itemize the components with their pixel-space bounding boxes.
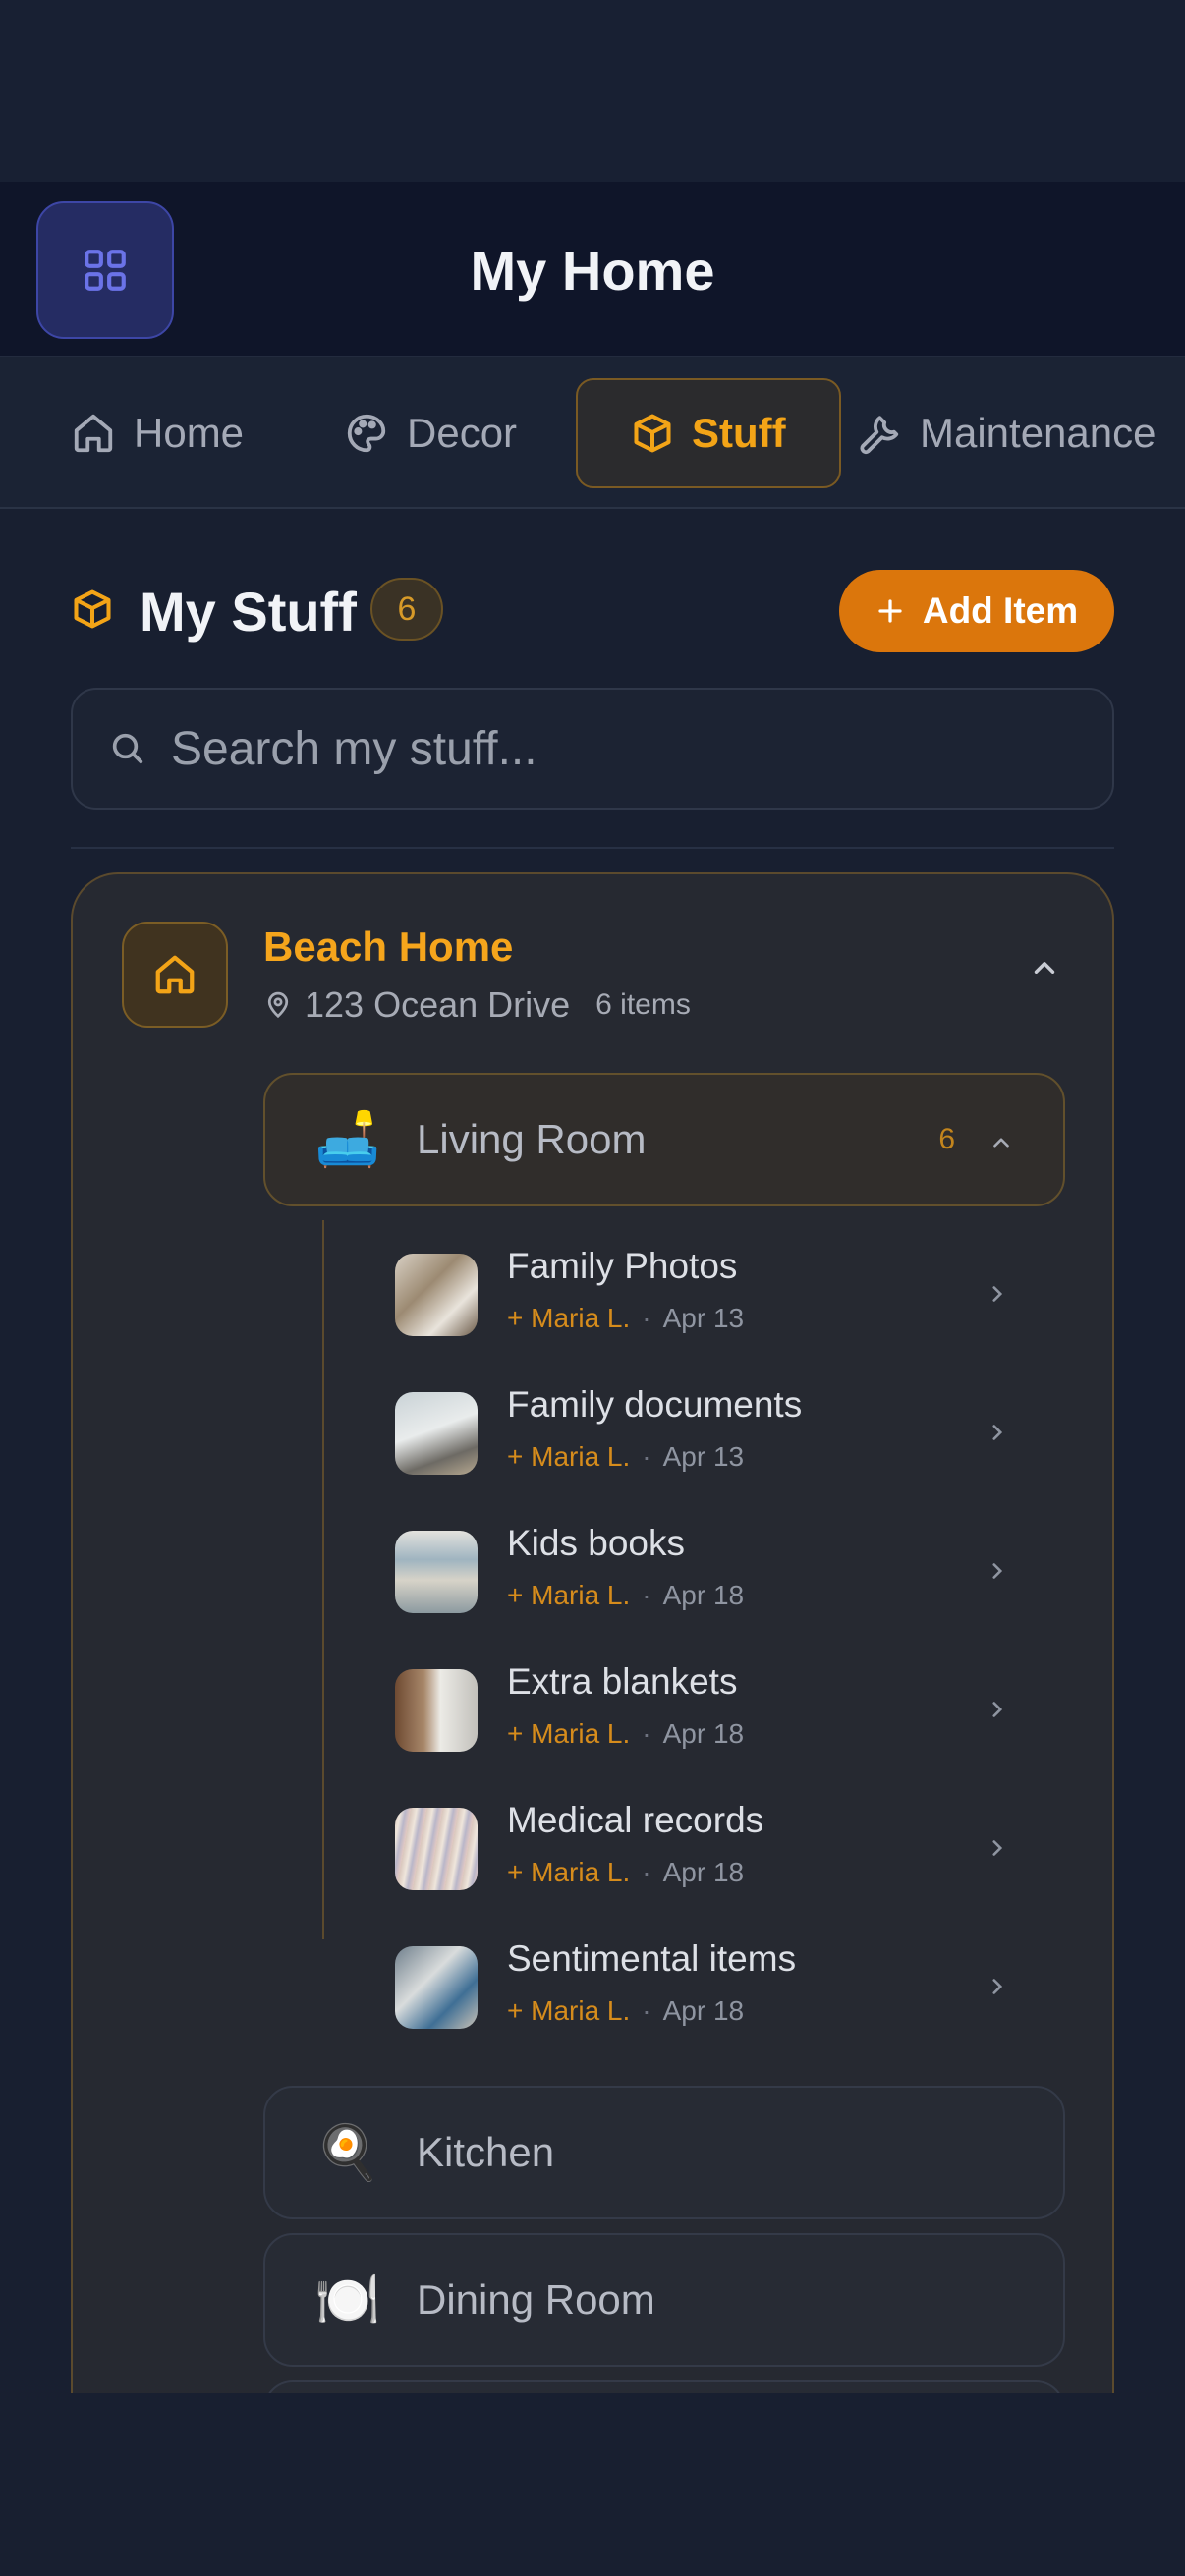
section-title: My Stuff: [140, 581, 357, 643]
tab-home[interactable]: Home: [55, 378, 259, 488]
list-item[interactable]: Kids books + Maria L. · Apr 18: [395, 1519, 1034, 1627]
item-added-by: + Maria L.: [507, 1857, 631, 1887]
item-name: Extra blankets: [507, 1661, 738, 1702]
room-name: Kitchen: [417, 2129, 555, 2175]
bottom-fade: [0, 2393, 1185, 2576]
chevron-right-icon: [992, 1563, 1003, 1579]
separator-dot: ·: [642, 1441, 651, 1472]
item-added-by: + Maria L.: [507, 1303, 631, 1333]
chevron-up-icon: [988, 1130, 1014, 1160]
location-pin-icon: [267, 991, 289, 1019]
home-address: 123 Ocean Drive: [305, 984, 571, 1025]
item-name: Sentimental items: [507, 1938, 797, 1979]
separator-dot: ·: [642, 1303, 651, 1333]
list-item[interactable]: Sentimental items + Maria L. · Apr 18: [395, 1934, 1034, 2043]
separator-dot: ·: [642, 1580, 651, 1610]
home-card: Beach Home 123 Ocean Drive 6 items 🛋️ Li…: [71, 872, 1114, 2576]
item-thumbnail: [395, 1392, 478, 1475]
search-icon: [112, 733, 143, 764]
chevron-right-icon: [992, 1840, 1003, 1856]
item-name: Kids books: [507, 1523, 685, 1563]
list-item[interactable]: Extra blankets + Maria L. · Apr 18: [395, 1657, 1034, 1765]
separator-dot: ·: [642, 1995, 651, 2026]
section-header: My Stuff 6 Add Item: [71, 570, 1114, 654]
tree-connector-line: [322, 1220, 324, 1939]
room-item-count: 6: [938, 1123, 955, 1155]
item-date: Apr 18: [662, 1857, 745, 1887]
add-item-label: Add Item: [922, 590, 1079, 631]
item-thumbnail: [395, 1808, 478, 1890]
house-icon: [155, 955, 195, 994]
items-count-badge: 6: [370, 578, 443, 641]
item-date: Apr 18: [662, 1718, 745, 1749]
item-name: Family documents: [507, 1384, 803, 1425]
wrench-icon: [860, 416, 899, 455]
item-date: Apr 18: [662, 1580, 745, 1610]
item-added-by: + Maria L.: [507, 1995, 631, 2026]
tab-stuff-label: Stuff: [692, 410, 786, 456]
item-thumbnail: [395, 1531, 478, 1613]
item-meta: + Maria L. · Apr 18: [507, 1580, 744, 1611]
collapse-home-button[interactable]: [1028, 951, 1061, 989]
home-address-row: 123 Ocean Drive 6 items: [263, 984, 691, 1026]
home-icon-box: [122, 922, 228, 1028]
item-date: Apr 13: [662, 1303, 745, 1333]
add-item-button[interactable]: Add Item: [839, 570, 1114, 652]
plate-icon: 🍽️: [314, 2269, 381, 2329]
chevron-right-icon: [992, 1702, 1003, 1717]
home-items-count: 6 items: [595, 988, 691, 1021]
item-added-by: + Maria L.: [507, 1580, 631, 1610]
chevron-right-icon: [992, 1286, 1003, 1302]
item-date: Apr 13: [662, 1441, 745, 1472]
search-box: [71, 688, 1114, 810]
list-item[interactable]: Family Photos + Maria L. · Apr 13: [395, 1242, 1034, 1350]
plus-icon: [878, 599, 902, 623]
tab-home-label: Home: [134, 410, 245, 456]
frying-pan-icon: 🍳: [314, 2122, 381, 2182]
separator-dot: ·: [642, 1857, 651, 1887]
item-date: Apr 18: [662, 1995, 745, 2026]
tab-decor[interactable]: Decor: [328, 378, 533, 488]
tab-maintenance[interactable]: Maintenance: [841, 378, 1172, 488]
chevron-right-icon: [992, 1979, 1003, 1994]
item-meta: + Maria L. · Apr 13: [507, 1303, 744, 1334]
sofa-icon: 🛋️: [314, 1109, 381, 1169]
item-meta: + Maria L. · Apr 18: [507, 1995, 744, 2027]
app-bar: My Home: [0, 182, 1185, 357]
tab-bar: Home Decor Stuff Maintenance: [0, 357, 1185, 509]
item-added-by: + Maria L.: [507, 1718, 631, 1749]
room-name: Living Room: [417, 1116, 647, 1162]
chevron-right-icon: [992, 1425, 1003, 1440]
item-name: Family Photos: [507, 1246, 738, 1286]
room-dining-room[interactable]: 🍽️ Dining Room: [263, 2233, 1065, 2367]
box-icon: [74, 589, 111, 629]
item-meta: + Maria L. · Apr 13: [507, 1441, 744, 1473]
room-living-room[interactable]: 🛋️ Living Room 6: [263, 1073, 1065, 1206]
item-meta: + Maria L. · Apr 18: [507, 1718, 744, 1750]
tab-stuff[interactable]: Stuff: [576, 378, 841, 488]
list-item[interactable]: Medical records + Maria L. · Apr 18: [395, 1796, 1034, 1904]
item-thumbnail: [395, 1254, 478, 1336]
box-icon: [634, 414, 671, 453]
item-name: Medical records: [507, 1800, 764, 1840]
search-input[interactable]: [171, 721, 1055, 776]
tab-maintenance-label: Maintenance: [920, 410, 1157, 456]
chevron-up-icon: [1034, 962, 1055, 974]
item-thumbnail: [395, 1946, 478, 2029]
room-name: Dining Room: [417, 2276, 655, 2323]
divider: [71, 847, 1114, 849]
item-meta: + Maria L. · Apr 18: [507, 1857, 744, 1888]
list-item[interactable]: Family documents + Maria L. · Apr 13: [395, 1380, 1034, 1488]
page-title: My Home: [470, 240, 715, 302]
tab-decor-label: Decor: [407, 410, 518, 456]
item-thumbnail: [395, 1669, 478, 1752]
separator-dot: ·: [642, 1718, 651, 1749]
palette-icon: [347, 414, 386, 453]
home-name: Beach Home: [263, 924, 514, 970]
house-icon: [74, 414, 113, 453]
status-bar-area: [0, 0, 1185, 182]
item-added-by: + Maria L.: [507, 1441, 631, 1472]
room-kitchen[interactable]: 🍳 Kitchen: [263, 2086, 1065, 2219]
